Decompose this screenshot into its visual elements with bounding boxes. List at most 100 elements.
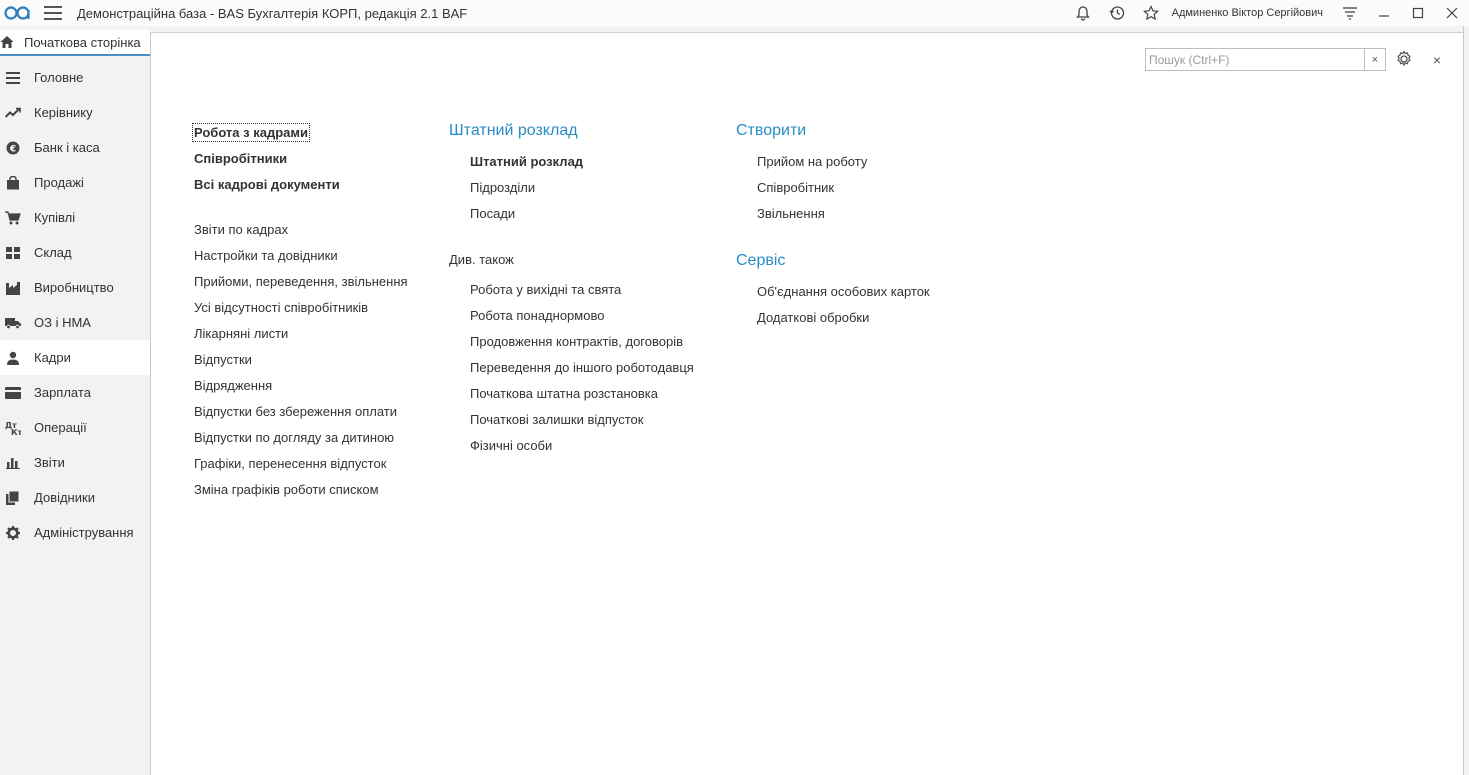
sidebar-item-warehouse[interactable]: Склад	[0, 235, 150, 270]
warehouse-icon	[5, 245, 21, 261]
coin-icon: €	[5, 140, 21, 156]
sidebar-item-label: Керівнику	[34, 105, 93, 120]
sidebar-item-admin[interactable]: Адміністрування	[0, 515, 150, 550]
link-create-hiring[interactable]: Прийом на роботу	[757, 154, 867, 169]
sidebar-item-label: Купівлі	[34, 210, 76, 225]
link-contract-extension[interactable]: Продовження контрактів, договорів	[470, 334, 683, 349]
link-work-schedule-change[interactable]: Зміна графіків роботи списком	[194, 482, 379, 497]
link-sick-leaves[interactable]: Лікарняні листи	[194, 326, 288, 341]
main-menu-icon[interactable]	[44, 6, 62, 20]
link-staffing-table[interactable]: Штатний розклад	[470, 154, 583, 169]
tab-start-page-label: Початкова сторінка	[24, 34, 141, 50]
close-window-icon[interactable]	[1435, 0, 1469, 26]
sidebar-item-reports[interactable]: Звіти	[0, 445, 150, 480]
sidebar-item-label: Операції	[34, 420, 87, 435]
sidebar-item-label: Склад	[34, 245, 72, 260]
link-individuals[interactable]: Фізичні особи	[470, 438, 552, 453]
sidebar-item-label: Головне	[34, 70, 84, 85]
settings-gear-icon[interactable]	[1395, 50, 1415, 70]
link-overtime[interactable]: Робота понаднормово	[470, 308, 604, 323]
funnel-menu-icon[interactable]	[1333, 0, 1367, 26]
trend-chart-icon	[5, 105, 21, 121]
sidebar-item-salary[interactable]: Зарплата	[0, 375, 150, 410]
sidebar-item-directories[interactable]: Довідники	[0, 480, 150, 515]
title-bar: Демонстраційна база - BAS Бухгалтерія КО…	[0, 0, 1469, 26]
cart-icon	[5, 210, 21, 226]
sidebar-item-label: Кадри	[34, 350, 71, 365]
link-settings-directories[interactable]: Настройки та довідники	[194, 248, 338, 263]
link-initial-vacation-balances[interactable]: Початкові залишки відпусток	[470, 412, 643, 427]
link-all-absences[interactable]: Усі відсутності співробітників	[194, 300, 368, 315]
sidebar-item-label: Адміністрування	[34, 525, 134, 540]
sidebar-item-fixed-assets[interactable]: ОЗ і НМА	[0, 305, 150, 340]
link-weekend-work[interactable]: Робота у вихідні та свята	[470, 282, 621, 297]
main-panel: × × Робота з кадрами Співробітники Всі к…	[150, 32, 1463, 775]
sidebar-item-operations[interactable]: Дт Кт Операції	[0, 410, 150, 445]
link-vacation-schedules[interactable]: Графіки, перенесення відпусток	[194, 456, 386, 471]
link-positions[interactable]: Посади	[470, 206, 515, 221]
person-icon	[5, 350, 21, 366]
section-title-staffing: Штатний розклад	[449, 122, 578, 139]
card-icon	[5, 385, 21, 401]
link-create-employee[interactable]: Співробітник	[757, 180, 834, 195]
bar-chart-icon	[5, 455, 21, 471]
link-vacations[interactable]: Відпустки	[194, 352, 252, 367]
user-name[interactable]: Админенко Віктор Сергійович	[1172, 7, 1323, 19]
sidebar-item-label: ОЗ і НМА	[34, 315, 91, 330]
sidebar-item-label: Довідники	[34, 490, 95, 505]
section-title-create: Створити	[736, 122, 807, 139]
app-logo-icon[interactable]	[2, 2, 32, 24]
sidebar-item-purchases[interactable]: Купівлі	[0, 200, 150, 235]
link-initial-staffing[interactable]: Початкова штатна розстановка	[470, 386, 658, 401]
link-childcare-leaves[interactable]: Відпустки по догляду за дитиною	[194, 430, 394, 445]
search-box: ×	[1145, 48, 1386, 71]
link-business-trips[interactable]: Відрядження	[194, 378, 272, 393]
sidebar-item-label: Звіти	[34, 455, 65, 470]
home-icon	[0, 36, 14, 48]
sidebar-item-label: Продажі	[34, 175, 84, 190]
section-title-service: Сервіс	[736, 252, 786, 269]
link-hr-reports[interactable]: Звіти по кадрах	[194, 222, 288, 237]
factory-icon	[5, 280, 21, 296]
right-edge	[1463, 26, 1469, 775]
link-employer-transfer[interactable]: Переведення до іншого роботодавця	[470, 360, 694, 375]
minimize-icon[interactable]	[1367, 0, 1401, 26]
sidebar-item-label: Банк і каса	[34, 140, 100, 155]
sidebar-item-manager[interactable]: Керівнику	[0, 95, 150, 130]
history-icon[interactable]	[1100, 0, 1134, 26]
see-also-label: Див. також	[449, 252, 514, 267]
tab-start-page[interactable]: Початкова сторінка	[0, 30, 150, 56]
maximize-icon[interactable]	[1401, 0, 1435, 26]
link-create-dismissal[interactable]: Звільнення	[757, 206, 825, 221]
app-title: Демонстраційна база - BAS Бухгалтерія КО…	[77, 5, 468, 21]
truck-icon	[5, 315, 21, 331]
sidebar-item-production[interactable]: Виробництво	[0, 270, 150, 305]
link-all-hr-documents[interactable]: Всі кадрові документи	[194, 177, 340, 192]
notifications-bell-icon[interactable]	[1066, 0, 1100, 26]
menu-lines-icon	[5, 70, 21, 86]
sidebar-item-main[interactable]: Головне	[0, 60, 150, 95]
books-icon	[5, 490, 21, 506]
sidebar: Головне Керівнику € Банк і каса Продажі …	[0, 60, 150, 775]
svg-text:Кт: Кт	[11, 428, 21, 436]
sidebar-item-label: Виробництво	[34, 280, 114, 295]
sidebar-item-hr[interactable]: Кадри	[0, 340, 150, 375]
sidebar-item-bank[interactable]: € Банк і каса	[0, 130, 150, 165]
search-input[interactable]	[1145, 48, 1364, 71]
svg-text:€: €	[9, 144, 16, 154]
link-employees[interactable]: Співробітники	[194, 151, 287, 166]
close-page-button[interactable]: ×	[1427, 50, 1447, 70]
link-merge-personal-cards[interactable]: Об'єднання особових карток	[757, 284, 930, 299]
sidebar-item-sales[interactable]: Продажі	[0, 165, 150, 200]
link-additional-processing[interactable]: Додаткові обробки	[757, 310, 869, 325]
link-departments[interactable]: Підрозділи	[470, 180, 535, 195]
link-unpaid-leaves[interactable]: Відпустки без збереження оплати	[194, 404, 397, 419]
gear-icon	[5, 525, 21, 541]
dt-kt-icon: Дт Кт	[5, 420, 21, 436]
bag-icon	[5, 175, 21, 191]
link-hiring-transfers[interactable]: Прийоми, переведення, звільнення	[194, 274, 408, 289]
sidebar-item-label: Зарплата	[34, 385, 91, 400]
link-hr-work[interactable]: Робота з кадрами	[192, 123, 310, 142]
search-clear-button[interactable]: ×	[1364, 48, 1386, 71]
favorites-star-icon[interactable]	[1134, 0, 1168, 26]
